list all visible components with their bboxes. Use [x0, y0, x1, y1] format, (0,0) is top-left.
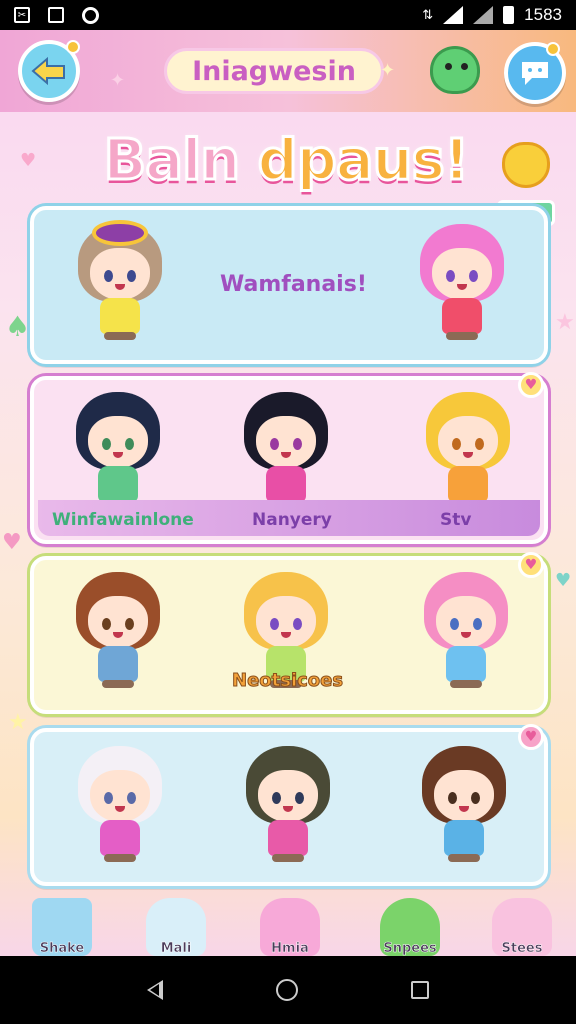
bottom-item-label: Mali: [160, 941, 192, 956]
bottom-item-label: Stees: [501, 941, 543, 956]
bottom-item-shake[interactable]: Shake: [22, 890, 102, 956]
sparkle-icon: ✦: [110, 70, 126, 91]
hat-icon: [92, 220, 148, 246]
character[interactable]: [418, 392, 518, 512]
heart-icon: ♥: [2, 530, 22, 555]
character-panel-2[interactable]: Winfawainlone Nanyery Stv ♥: [30, 372, 548, 544]
game-title: Iniagwesin: [164, 48, 384, 94]
character-panel-1[interactable]: Wamfanais!: [30, 206, 548, 364]
nav-recents-icon[interactable]: [411, 981, 430, 999]
signal-icon: [473, 6, 494, 24]
favorite-heart-icon[interactable]: ♥: [518, 724, 544, 750]
battery-icon: [503, 6, 515, 24]
heart-icon: ♥: [555, 570, 572, 591]
character[interactable]: [238, 746, 338, 866]
nav-home-icon[interactable]: [275, 979, 298, 1001]
bottom-item-snpees[interactable]: Snpees: [370, 890, 450, 956]
leaf-icon: ♠: [5, 310, 31, 343]
headline-word-1: Baln: [102, 127, 242, 195]
bottom-item-hmia[interactable]: Hmia: [250, 890, 330, 956]
character-name-2: Nanyery: [252, 510, 332, 530]
panel-3-text: Neotsicoes: [231, 670, 344, 692]
headline: Baln dpaus!: [96, 127, 476, 195]
nav-back-icon[interactable]: [146, 980, 163, 1000]
heart-icon: ♥: [20, 150, 37, 171]
bottom-item-bar: Shake Mali Hmia Snpees Stees: [0, 886, 576, 956]
bottom-item-label: Snpees: [383, 941, 437, 956]
star-icon: ★: [8, 710, 28, 735]
chat-button[interactable]: [504, 42, 566, 104]
bottom-item-label: Hmia: [271, 941, 309, 956]
sync-icon: [82, 6, 99, 24]
notification-dot: [66, 40, 80, 54]
character-name-1: Winfawainlone: [52, 510, 194, 530]
character-panel-4[interactable]: ♥: [30, 724, 548, 886]
character[interactable]: [412, 224, 512, 344]
character[interactable]: [68, 392, 168, 512]
favorite-heart-icon[interactable]: ♥: [518, 552, 544, 578]
headline-word-2: dpaus!: [256, 127, 471, 195]
panel-1-text: Wamfanais!: [220, 272, 367, 297]
game-screen: Iniagwesin ✦ ✦ ♥ ♠ ★ ♥ ♥ ★ Baln dpaus! l…: [0, 30, 576, 956]
back-arrow-icon: [31, 56, 65, 86]
character[interactable]: [70, 746, 170, 866]
star-icon: ★: [555, 310, 575, 335]
bottom-item-stees[interactable]: Stees: [482, 890, 562, 956]
cat-mascot-icon: [502, 142, 550, 188]
notification-dot: [546, 42, 560, 56]
character-panel-3[interactable]: Neotsicoes ♥: [30, 552, 548, 714]
screenshot-icon: ✂: [14, 7, 30, 23]
status-bar: ✂ ⇅ 1583: [0, 0, 576, 30]
image-icon: [48, 7, 64, 23]
frog-mascot-icon: [430, 46, 480, 94]
character[interactable]: [68, 572, 168, 692]
clock: 1583: [524, 5, 562, 24]
favorite-heart-icon[interactable]: ♥: [518, 372, 544, 398]
data-icon: ⇅: [422, 7, 434, 22]
wifi-icon: [443, 6, 464, 24]
bottom-item-mali[interactable]: Mali: [136, 890, 216, 956]
character-name-3: Stv: [440, 510, 472, 530]
character[interactable]: [414, 746, 514, 866]
back-button[interactable]: [18, 40, 80, 102]
bottom-item-label: Shake: [39, 941, 85, 956]
character[interactable]: [70, 220, 170, 344]
character[interactable]: [416, 572, 516, 692]
chat-bubble-icon: [522, 62, 548, 85]
sparkle-icon: ✦: [380, 60, 396, 81]
character[interactable]: [236, 392, 336, 512]
navigation-bar: [0, 956, 576, 1024]
